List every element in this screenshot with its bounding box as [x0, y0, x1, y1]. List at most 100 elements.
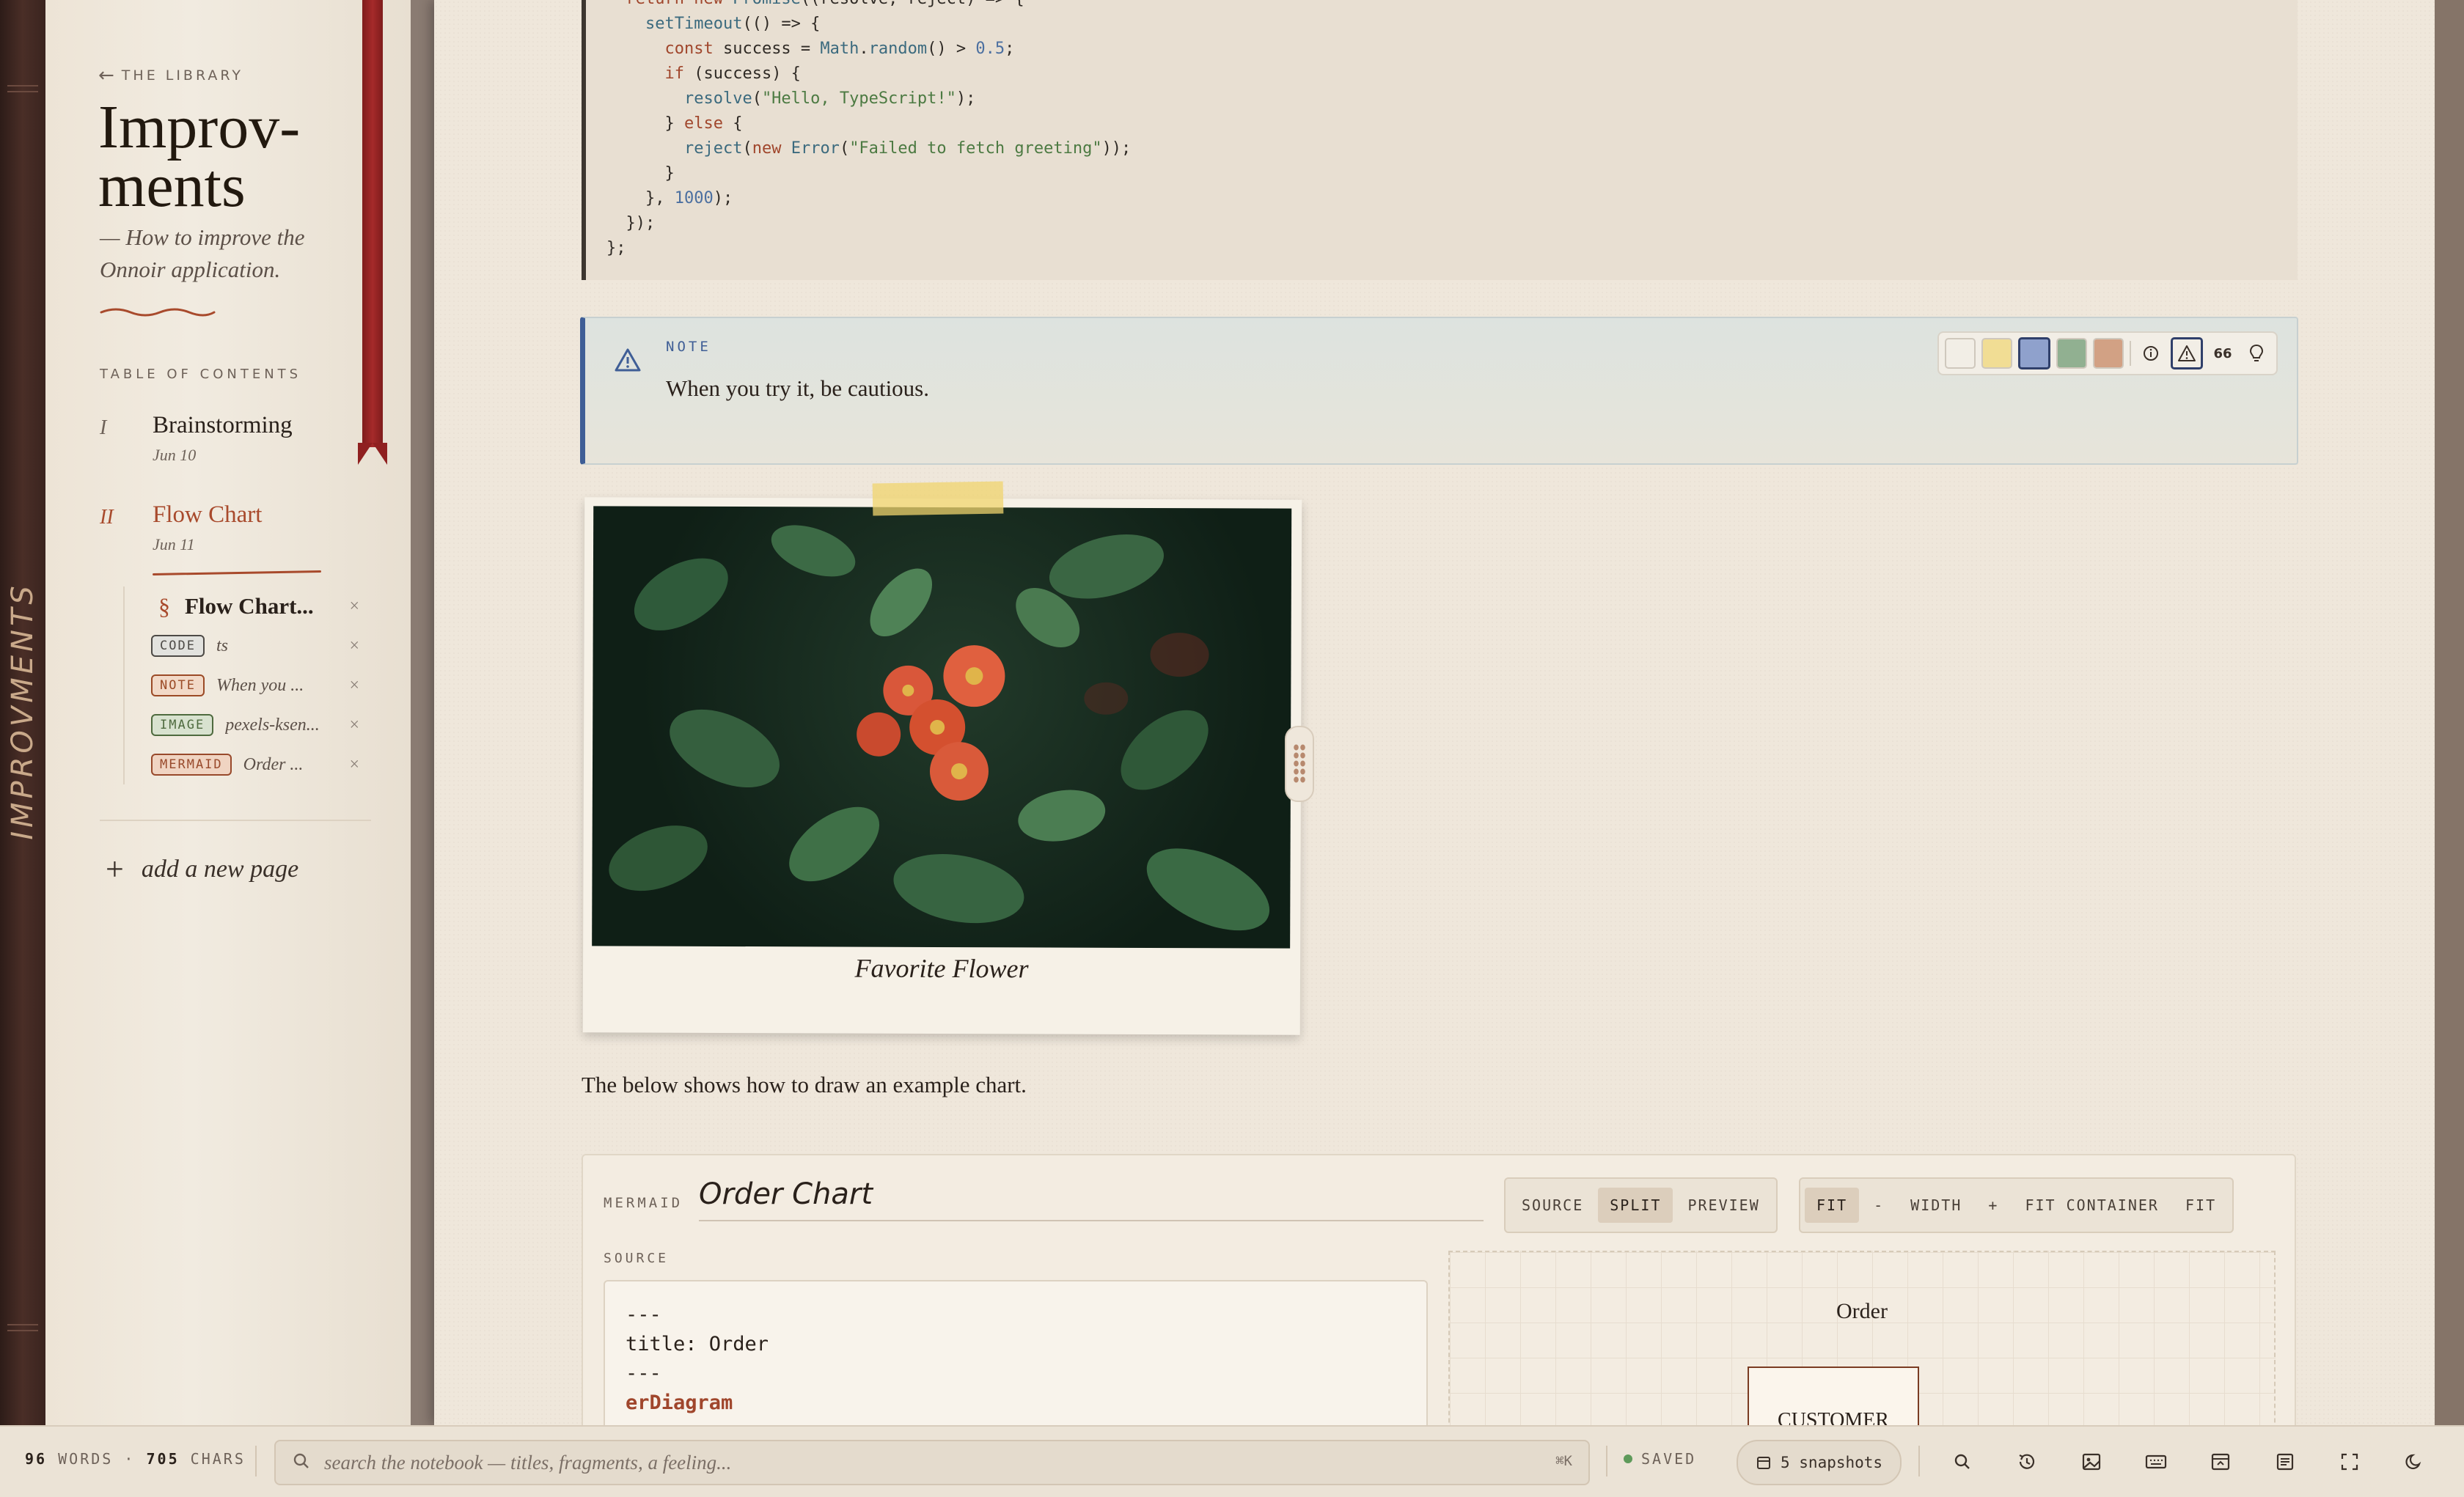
toc-item-name: Brainstorming — [153, 412, 293, 438]
history-icon[interactable] — [2012, 1447, 2042, 1476]
search-icon[interactable] — [1948, 1447, 1977, 1476]
code-content: return new Promise((resolve, reject) => … — [606, 0, 1132, 257]
toc-item-brainstorming[interactable]: I Brainstorming Jun 10 — [100, 412, 364, 471]
remove-icon[interactable]: × — [349, 676, 359, 696]
color-swatch-blue[interactable] — [2018, 337, 2050, 369]
zoom-controls: FIT - WIDTH + FIT CONTAINER FIT — [1799, 1177, 2234, 1233]
add-page-button[interactable]: + add a new page — [106, 850, 298, 888]
arrow-left-icon: ← — [98, 65, 114, 87]
toc-item-number: II — [100, 506, 114, 529]
flower-photo — [592, 506, 1292, 949]
notebook-title: Improv- ments — [98, 93, 301, 220]
block-item-image[interactable]: IMAGE pexels-ksen... × — [125, 705, 367, 745]
bulb-icon[interactable] — [2243, 339, 2270, 367]
note-callout[interactable]: NOTE When you try it, be cautious. 66 — [580, 317, 2298, 465]
bookmark-ribbon — [362, 0, 383, 447]
squiggle-divider — [100, 308, 216, 317]
status-bar: 96 WORDS · 705 CHARS ⌘K SAVED 5 snapshot… — [0, 1425, 2464, 1497]
remove-icon[interactable]: × — [349, 597, 359, 617]
image-caption[interactable]: Favorite Flower — [583, 952, 1300, 985]
block-type-badge: IMAGE — [151, 714, 214, 736]
saved-dot-icon — [1624, 1454, 1632, 1463]
remove-icon[interactable]: × — [349, 716, 359, 735]
save-status-label: SAVED — [1641, 1450, 1697, 1468]
remove-icon[interactable]: × — [349, 755, 359, 775]
toc-item-number: I — [100, 416, 107, 439]
block-item-note[interactable]: NOTE When you ... × — [125, 666, 367, 705]
save-status: SAVED — [1624, 1450, 1696, 1468]
snapshots-button[interactable]: 5 snapshots — [1737, 1440, 1902, 1485]
document-icon[interactable] — [2270, 1447, 2300, 1476]
block-item-mermaid[interactable]: MERMAID Order ... × — [125, 745, 367, 784]
spine-rule — [7, 1330, 38, 1331]
back-to-library-link[interactable]: ← THE LIBRARY — [98, 65, 243, 87]
color-swatch-plain[interactable] — [1945, 338, 1976, 369]
quote-icon[interactable]: 66 — [2209, 339, 2237, 367]
source-label: SOURCE — [604, 1251, 670, 1266]
section-heading-item[interactable]: § Flow Chart... × — [125, 586, 367, 626]
section-symbol: § — [158, 592, 170, 619]
code-block[interactable]: return new Promise((resolve, reject) => … — [582, 0, 2298, 280]
page-edge — [2435, 0, 2464, 1425]
keyboard-icon[interactable] — [2141, 1447, 2171, 1476]
color-swatch-green[interactable] — [2056, 338, 2087, 369]
view-mode-split[interactable]: SPLIT — [1598, 1188, 1673, 1223]
diagram-title: Order — [1836, 1299, 1888, 1323]
info-icon[interactable] — [2137, 339, 2165, 367]
fit-toggle-button[interactable]: FIT — [2174, 1188, 2228, 1223]
fit-container-button[interactable]: FIT CONTAINER — [2013, 1188, 2171, 1223]
spine-rule — [7, 1324, 38, 1325]
status-separator — [1606, 1446, 1607, 1476]
tape-decoration — [872, 481, 1004, 516]
zoom-in-button[interactable]: + — [1976, 1188, 2010, 1223]
block-type-badge: CODE — [151, 635, 205, 657]
view-mode-source[interactable]: SOURCE — [1510, 1188, 1595, 1223]
export-icon[interactable] — [2206, 1447, 2235, 1476]
zoom-out-button[interactable]: - — [1862, 1188, 1896, 1223]
mermaid-title-input[interactable]: Order Chart — [699, 1177, 1484, 1221]
block-item-code[interactable]: CODE ts × — [125, 626, 367, 666]
search-input[interactable] — [323, 1447, 1484, 1478]
color-swatch-yellow[interactable] — [1981, 338, 2012, 369]
note-style-toolbar: 66 — [1937, 331, 2278, 375]
zoom-fit-button[interactable]: FIT — [1805, 1188, 1860, 1223]
toc-item-date: Jun 11 — [153, 535, 195, 553]
block-item-label: pexels-ksen... — [225, 715, 320, 735]
spine-title: IMPROVMENTS — [6, 582, 40, 840]
note-label: NOTE — [666, 339, 711, 355]
image-frame[interactable]: Favorite Flower — [582, 497, 1302, 1035]
zoom-width-button[interactable]: WIDTH — [1899, 1188, 1973, 1223]
block-type-badge: MERMAID — [151, 754, 232, 776]
spine-rule — [7, 91, 38, 92]
snapshot-icon — [1757, 1457, 1770, 1469]
resize-handle[interactable] — [1285, 726, 1314, 802]
grip-dots-icon — [1293, 743, 1306, 784]
back-label: THE LIBRARY — [121, 67, 243, 84]
warning-icon[interactable] — [2171, 337, 2203, 369]
dark-mode-icon[interactable] — [2399, 1447, 2429, 1476]
search-icon — [293, 1453, 309, 1468]
status-separator — [1918, 1446, 1920, 1476]
toc-item-date: Jun 10 — [153, 446, 197, 464]
block-item-label: ts — [216, 636, 228, 655]
paragraph-text[interactable]: The below shows how to draw an example c… — [582, 1072, 1027, 1098]
section-heading-title: Flow Chart... — [185, 593, 314, 619]
search-shortcut: ⌘K — [1555, 1453, 1572, 1469]
mermaid-source-code[interactable]: --- title: Order --- erDiagram — [605, 1281, 1426, 1437]
word-count: 96 WORDS · 705 CHARS — [25, 1450, 246, 1468]
add-page-label: add a new page — [141, 855, 299, 883]
image-icon[interactable] — [2077, 1447, 2106, 1476]
sidebar-divider — [100, 820, 371, 821]
block-item-label: Order ... — [243, 754, 304, 774]
view-mode-toggle: SOURCE SPLIT PREVIEW — [1504, 1177, 1778, 1233]
color-swatch-orange[interactable] — [2093, 338, 2124, 369]
toc-item-flow-chart[interactable]: II Flow Chart Jun 11 — [100, 501, 364, 560]
view-mode-preview[interactable]: PREVIEW — [1676, 1188, 1771, 1223]
toc-item-name: Flow Chart — [153, 501, 263, 528]
fullscreen-icon[interactable] — [2335, 1447, 2364, 1476]
note-text[interactable]: When you try it, be cautious. — [666, 375, 929, 402]
toolbar-separator — [2130, 341, 2131, 366]
block-type-badge: NOTE — [151, 674, 205, 696]
toc-label: TABLE OF CONTENTS — [100, 367, 302, 382]
remove-icon[interactable]: × — [349, 636, 359, 656]
